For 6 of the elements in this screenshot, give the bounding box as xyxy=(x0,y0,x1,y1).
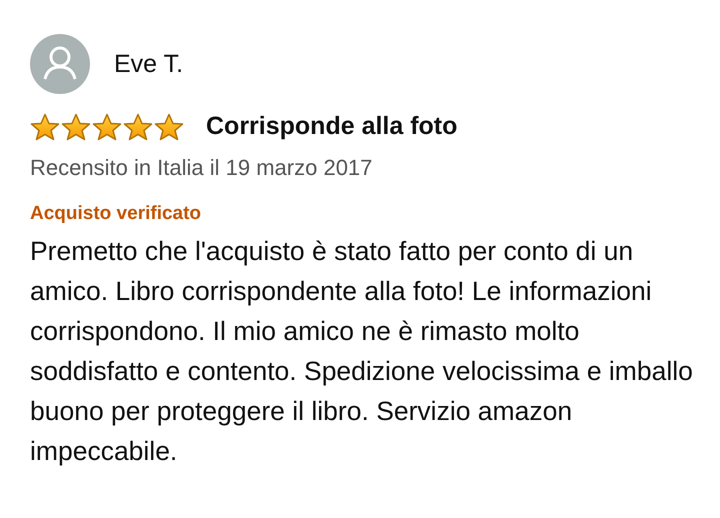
reviewer-name: Eve T. xyxy=(114,50,184,78)
review-text: Premetto che l'acquisto è stato fatto per conto di un amico. Libro corrispondente alla foto! Le informazioni corrispondono. Il mio amico ne è rimasto molto soddisfatto e contento. Spedizione velocissima e imballo buono per proteggere il libro. Servizio amazon impeccabile. xyxy=(30,235,694,468)
review-date: Recensito in Italia il 19 marzo 2017 xyxy=(30,155,374,181)
review-title: Corrisponde alla foto xyxy=(206,112,458,141)
avatar-icon xyxy=(30,34,90,94)
verified-purchase-label: Acquisto verificato xyxy=(30,203,202,225)
